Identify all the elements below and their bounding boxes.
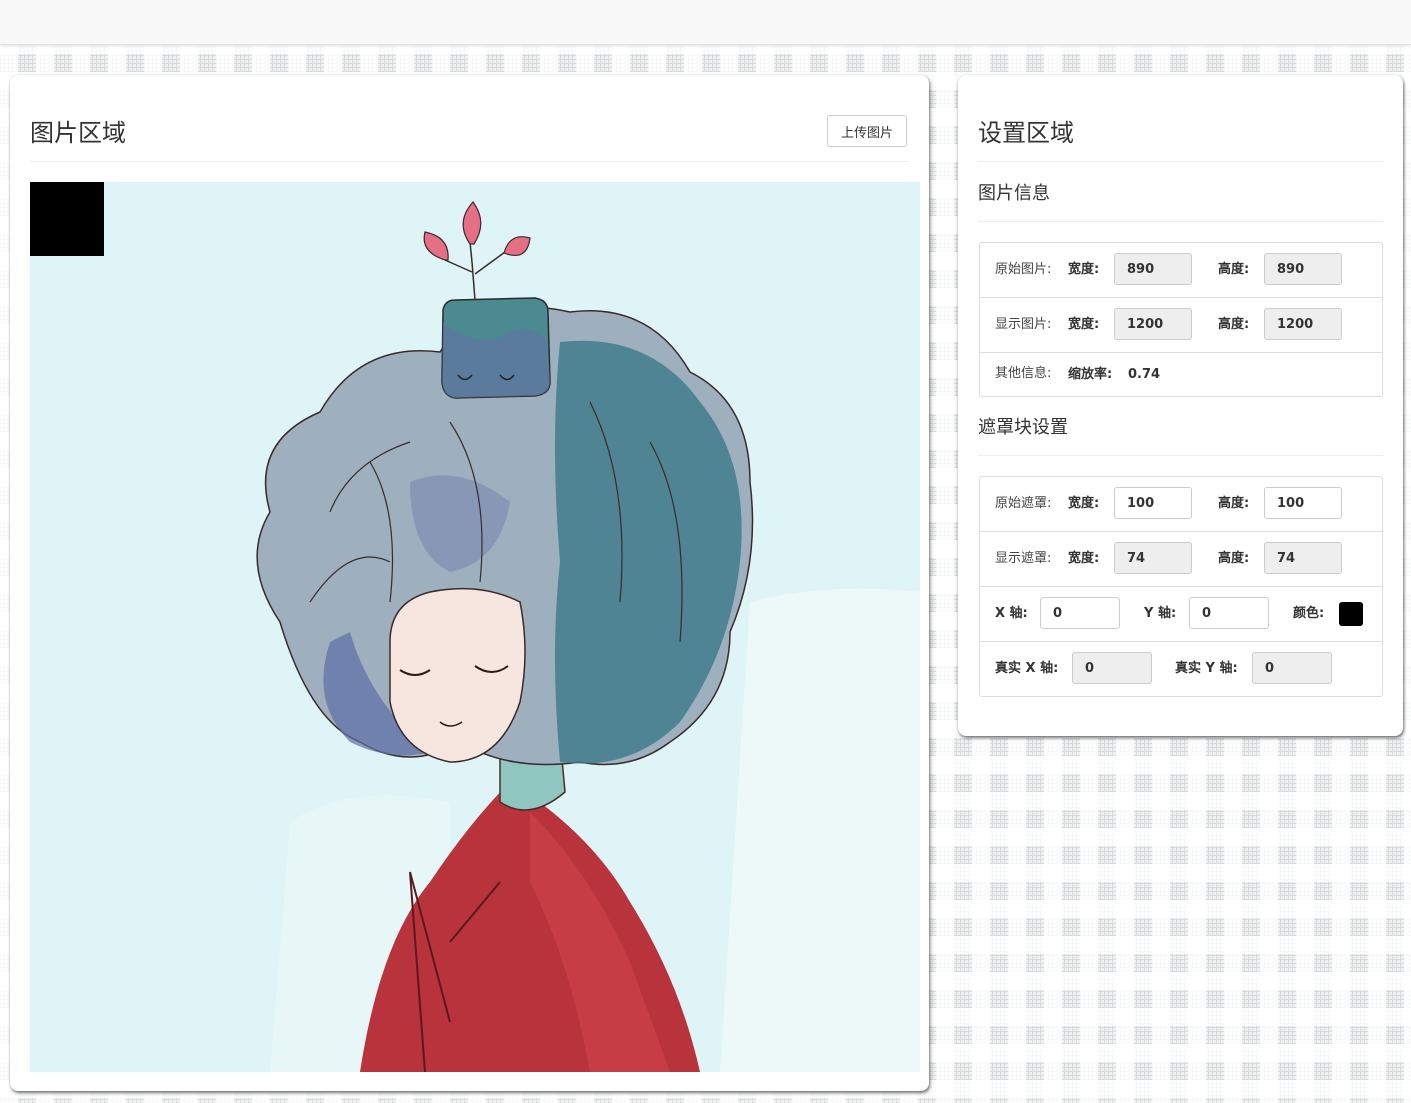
real-x-axis-field[interactable] [1072, 652, 1152, 684]
section-divider [978, 221, 1383, 222]
original-width-field[interactable] [1114, 253, 1192, 285]
original-mask-label: 原始遮罩: [995, 496, 1052, 511]
original-image-row: 原始图片: 宽度: 高度: [980, 243, 1382, 298]
height-label: 高度: [1218, 262, 1250, 277]
real-position-row: 真实 X 轴: 真实 Y 轴: [980, 642, 1382, 696]
original-image-label: 原始图片: [995, 262, 1052, 277]
original-height-field[interactable] [1264, 253, 1342, 285]
mask-color-swatch[interactable] [1339, 602, 1363, 626]
original-mask-height-input[interactable] [1264, 487, 1342, 519]
image-panel: 图片区域 上传图片 [10, 75, 929, 1091]
color-label: 颜色: [1293, 606, 1325, 621]
position-row: X 轴: Y 轴: 颜色: [980, 587, 1382, 642]
height-label: 高度: [1218, 551, 1250, 566]
mask-settings-heading: 遮罩块设置 [978, 417, 1068, 438]
height-label: 高度: [1218, 496, 1250, 511]
settings-panel: 设置区域 图片信息 原始图片: 宽度: 高度: 显示图片: 宽度: 高度: 其他… [958, 75, 1403, 736]
mask-settings-form: 原始遮罩: 宽度: 高度: 显示遮罩: 宽度: 高度: X 轴: Y 轴: 颜色… [979, 476, 1383, 697]
real-y-axis-field[interactable] [1252, 652, 1332, 684]
display-image-row: 显示图片: 宽度: 高度: [980, 298, 1382, 353]
real-x-axis-label: 真实 X 轴: [995, 661, 1059, 676]
other-info-row: 其他信息: 缩放率: 0.74 [980, 353, 1382, 396]
image-panel-title: 图片区域 [30, 119, 126, 147]
y-axis-label: Y 轴: [1144, 606, 1177, 621]
width-label: 宽度: [1068, 317, 1100, 332]
section-divider [978, 455, 1383, 456]
display-mask-row: 显示遮罩: 宽度: 高度: [980, 532, 1382, 587]
other-info-label: 其他信息: [995, 366, 1052, 381]
image-info-heading: 图片信息 [978, 183, 1050, 204]
upload-image-button[interactable]: 上传图片 [827, 115, 907, 147]
mask-block[interactable] [30, 182, 104, 256]
height-label: 高度: [1218, 317, 1250, 332]
title-divider [30, 161, 909, 162]
image-canvas[interactable] [30, 182, 920, 1072]
display-mask-height-field[interactable] [1264, 542, 1342, 574]
display-mask-label: 显示遮罩: [995, 551, 1052, 566]
display-image-label: 显示图片: [995, 317, 1052, 332]
real-y-axis-label: 真实 Y 轴: [1175, 661, 1238, 676]
scale-value: 0.74 [1128, 367, 1161, 382]
original-mask-width-input[interactable] [1114, 487, 1192, 519]
display-width-field[interactable] [1114, 308, 1192, 340]
width-label: 宽度: [1068, 496, 1100, 511]
width-label: 宽度: [1068, 262, 1100, 277]
top-navbar [0, 0, 1411, 45]
settings-panel-title: 设置区域 [978, 119, 1074, 147]
width-label: 宽度: [1068, 551, 1100, 566]
display-height-field[interactable] [1264, 308, 1342, 340]
image-info-form: 原始图片: 宽度: 高度: 显示图片: 宽度: 高度: 其他信息: 缩放率: 0… [979, 242, 1383, 397]
scale-label: 缩放率: [1068, 367, 1113, 382]
x-axis-label: X 轴: [995, 606, 1028, 621]
original-mask-row: 原始遮罩: 宽度: 高度: [980, 477, 1382, 532]
illustration-image [30, 182, 920, 1072]
title-divider [978, 161, 1383, 162]
x-axis-input[interactable] [1040, 597, 1120, 629]
y-axis-input[interactable] [1189, 597, 1269, 629]
display-mask-width-field[interactable] [1114, 542, 1192, 574]
